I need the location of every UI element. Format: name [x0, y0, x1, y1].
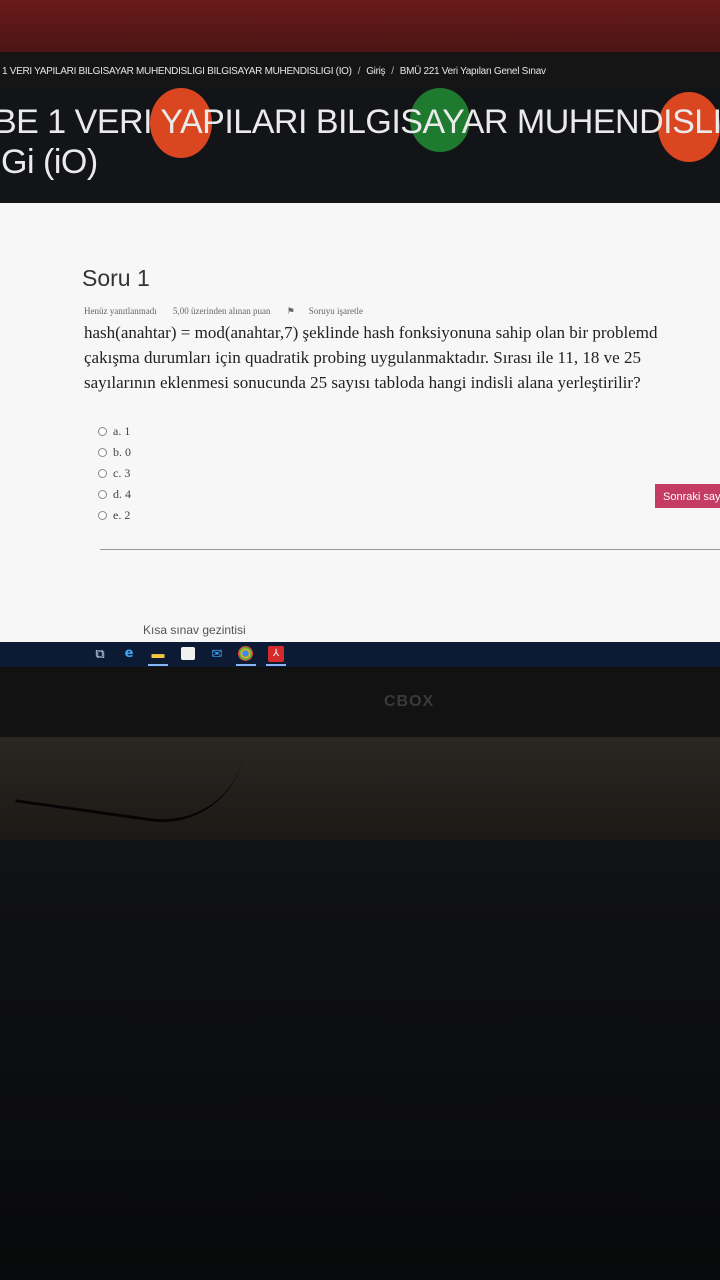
answer-option-b[interactable]: b. 0 [98, 442, 131, 463]
question-text: hash(anahtar) = mod(anahtar,7) şeklinde … [84, 320, 720, 395]
answer-options: a. 1 b. 0 c. 3 d. 4 e. 2 [98, 421, 131, 526]
flag-question-label: Soruyu işaretle [308, 306, 364, 316]
radio-button[interactable] [98, 490, 107, 499]
file-explorer-icon[interactable]: ▬ [148, 646, 168, 666]
answer-option-d[interactable]: d. 4 [98, 484, 131, 505]
flag-question-link[interactable]: ⚑ Soruyu işaretle [287, 306, 377, 316]
flag-icon: ⚑ [286, 306, 295, 316]
store-icon[interactable] [180, 646, 196, 662]
question-status: Henüz yanıtlanmadı [84, 306, 157, 316]
answer-label: e. 2 [113, 508, 131, 522]
question-text-line: çakışma durumları için quadratik probing… [84, 348, 641, 367]
task-view-icon[interactable]: ⧉ [92, 646, 108, 662]
question-text-line: sayılarının eklenmesi sonucunda 25 sayıs… [84, 373, 641, 392]
breadcrumb-separator: / [357, 66, 361, 77]
question-info: Henüz yanıtlanmadı 5,00 üzerinden alınan… [84, 306, 391, 317]
wall-background [0, 0, 720, 55]
question-title: Soru 1 [82, 265, 150, 291]
question-points: 5,00 üzerinden alınan puan [172, 306, 271, 316]
answer-option-c[interactable]: c. 3 [98, 463, 131, 484]
breadcrumb-home-link[interactable]: Giriş [366, 66, 385, 77]
breadcrumb: 1 VERI YAPILARI BILGISAYAR MUHENDISLIGI … [0, 52, 720, 88]
monitor-bezel [0, 667, 720, 737]
answer-label: a. 1 [113, 424, 131, 438]
radio-button[interactable] [98, 469, 107, 478]
question-text-line: hash(anahtar) = mod(anahtar,7) şeklinde … [84, 323, 658, 342]
mail-icon[interactable]: ✉ [209, 646, 225, 662]
radio-button[interactable] [98, 427, 107, 436]
breadcrumb-course-link[interactable]: 1 VERI YAPILARI BILGISAYAR MUHENDISLIGI … [2, 66, 352, 77]
chrome-icon[interactable] [236, 646, 256, 666]
answer-option-e[interactable]: e. 2 [98, 505, 131, 526]
answer-option-a[interactable]: a. 1 [98, 421, 131, 442]
edge-icon[interactable]: e [121, 646, 137, 662]
answer-label: c. 3 [113, 466, 131, 480]
course-header: BE 1 VERI YAPILARI BILGISAYAR MUHENDISLI… [0, 88, 720, 203]
keyboard-area [0, 840, 720, 1280]
answer-label: d. 4 [113, 487, 131, 501]
radio-button[interactable] [98, 448, 107, 457]
pdf-icon[interactable]: ⅄ [266, 646, 286, 666]
breadcrumb-separator: / [391, 66, 394, 77]
breadcrumb-exam-link[interactable]: BMÜ 221 Veri Yapıları Genel Sınav [400, 66, 546, 77]
monitor-brand-logo: CBOX [384, 693, 435, 710]
quiz-navigation-link[interactable]: Kısa sınav gezintisi [143, 623, 246, 637]
radio-button[interactable] [98, 511, 107, 520]
course-title-line1: BE 1 VERI YAPILARI BILGISAYAR MUHENDISLI… [0, 103, 720, 141]
quiz-content: Soru 1 Henüz yanıtlanmadı 5,00 üzerinden… [0, 203, 720, 643]
answer-label: b. 0 [113, 445, 131, 459]
next-page-button[interactable]: Sonraki sayf [655, 484, 720, 508]
course-title-line2: iGi (iO) [0, 143, 98, 181]
monitor-screen: 1 VERI YAPILARI BILGISAYAR MUHENDISLIGI … [0, 52, 720, 667]
divider [100, 549, 720, 550]
course-title: BE 1 VERI YAPILARI BILGISAYAR MUHENDISLI… [0, 102, 720, 182]
windows-taskbar: ⧉ e ▬ ✉ ⅄ [0, 642, 720, 667]
